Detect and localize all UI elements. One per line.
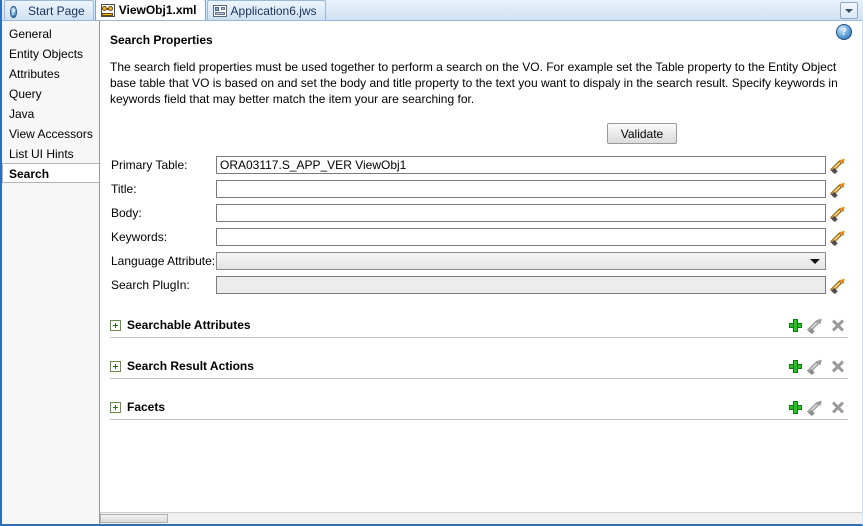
section-action-group bbox=[788, 316, 852, 334]
page-title: Search Properties bbox=[110, 33, 213, 47]
editor-body: General Entity Objects Attributes Query … bbox=[2, 21, 862, 524]
sidebar-item-attributes[interactable]: Attributes bbox=[2, 63, 99, 83]
tab-label: Application6.jws bbox=[230, 3, 317, 18]
search-plugin-edit-slot bbox=[826, 276, 852, 294]
body-label: Body: bbox=[111, 206, 142, 220]
section-title: Facets bbox=[127, 400, 166, 414]
section-search-result-actions: Search Result Actions bbox=[110, 356, 852, 379]
keywords-edit-slot bbox=[826, 228, 852, 246]
section-divider bbox=[110, 378, 848, 379]
add-icon[interactable] bbox=[788, 318, 803, 333]
tab-list-dropdown-button[interactable] bbox=[840, 2, 858, 19]
edit-icon[interactable] bbox=[806, 357, 824, 375]
scrollbar-thumb[interactable] bbox=[100, 514, 168, 523]
jdeveloper-editor-window: ? Start Page ViewObj1.xml Application6.j… bbox=[0, 0, 863, 526]
edit-pencil-icon[interactable] bbox=[829, 156, 847, 174]
sidebar-item-label: Query bbox=[9, 87, 42, 101]
search-plugin-label: Search PlugIn: bbox=[111, 278, 190, 292]
title-edit-slot bbox=[826, 180, 852, 198]
tab-viewobj1-xml[interactable]: ViewObj1.xml bbox=[94, 0, 206, 20]
sidebar-item-entity-objects[interactable]: Entity Objects bbox=[2, 43, 99, 63]
sidebar-item-query[interactable]: Query bbox=[2, 83, 99, 103]
delete-icon[interactable] bbox=[830, 359, 845, 374]
body-input[interactable] bbox=[216, 204, 826, 222]
title-label: Title: bbox=[111, 182, 137, 196]
expand-collapse-icon[interactable] bbox=[110, 401, 121, 413]
edit-pencil-icon[interactable] bbox=[829, 180, 847, 198]
expand-collapse-icon[interactable] bbox=[110, 360, 121, 372]
form-row-search-plugin: Search PlugIn: bbox=[110, 273, 852, 297]
sidebar-item-label: List UI Hints bbox=[9, 147, 74, 161]
sidebar-item-label: View Accessors bbox=[9, 127, 93, 141]
tab-bar-spacer bbox=[327, 19, 840, 20]
form-row-language-attribute: Language Attribute: bbox=[110, 249, 852, 273]
primary-table-edit-slot bbox=[826, 156, 852, 174]
tab-application6-jws[interactable]: Application6.jws bbox=[206, 0, 326, 20]
sidebar-item-view-accessors[interactable]: View Accessors bbox=[2, 123, 99, 143]
editor-navigation-sidebar: General Entity Objects Attributes Query … bbox=[2, 21, 100, 524]
form-row-title: Title: bbox=[110, 177, 852, 201]
sidebar-item-label: General bbox=[9, 27, 52, 41]
section-divider bbox=[110, 337, 848, 338]
section-divider bbox=[110, 419, 848, 420]
form-row-primary-table: Primary Table: bbox=[110, 153, 852, 177]
edit-pencil-icon[interactable] bbox=[829, 228, 847, 246]
expand-collapse-icon[interactable] bbox=[110, 319, 121, 331]
form-row-keywords: Keywords: bbox=[110, 225, 852, 249]
language-attribute-select[interactable] bbox=[216, 252, 826, 270]
search-plugin-input bbox=[216, 276, 826, 294]
add-icon[interactable] bbox=[788, 359, 803, 374]
search-properties-form: Primary Table: Title: bbox=[110, 153, 852, 297]
sidebar-item-label: Search bbox=[9, 167, 50, 181]
title-input[interactable] bbox=[216, 180, 826, 198]
edit-pencil-icon[interactable] bbox=[829, 276, 847, 294]
validate-button-row: Validate bbox=[110, 123, 852, 144]
view-object-icon bbox=[100, 3, 115, 17]
keywords-input[interactable] bbox=[216, 228, 826, 246]
section-facets: Facets bbox=[110, 397, 852, 420]
search-properties-pane: Search Properties ? The search field pro… bbox=[100, 21, 862, 524]
sidebar-item-label: Java bbox=[9, 107, 35, 121]
language-attribute-label: Language Attribute: bbox=[111, 254, 216, 268]
editor-tab-bar: ? Start Page ViewObj1.xml Application6.j… bbox=[2, 0, 862, 21]
help-circle-icon: ? bbox=[10, 5, 17, 18]
edit-pencil-icon[interactable] bbox=[829, 204, 847, 222]
tab-label: Start Page bbox=[28, 3, 85, 18]
validate-button[interactable]: Validate bbox=[607, 123, 677, 144]
section-title: Searchable Attributes bbox=[127, 318, 251, 332]
body-edit-slot bbox=[826, 204, 852, 222]
horizontal-scrollbar[interactable] bbox=[100, 512, 862, 524]
form-row-body: Body: bbox=[110, 201, 852, 225]
edit-icon[interactable] bbox=[806, 398, 824, 416]
section-action-group bbox=[788, 398, 852, 416]
sidebar-item-label: Entity Objects bbox=[9, 47, 84, 61]
application-icon bbox=[212, 4, 227, 17]
tab-start-page[interactable]: ? Start Page bbox=[4, 0, 94, 20]
delete-icon[interactable] bbox=[830, 400, 845, 415]
section-searchable-attributes: Searchable Attributes bbox=[110, 315, 852, 338]
primary-table-label: Primary Table: bbox=[111, 158, 188, 172]
section-title: Search Result Actions bbox=[127, 359, 254, 373]
sidebar-item-label: Attributes bbox=[9, 67, 60, 81]
add-icon[interactable] bbox=[788, 400, 803, 415]
sidebar-item-search[interactable]: Search bbox=[2, 163, 99, 183]
sidebar-item-list-ui-hints[interactable]: List UI Hints bbox=[2, 143, 99, 163]
sidebar-item-general[interactable]: General bbox=[2, 23, 99, 43]
delete-icon[interactable] bbox=[830, 318, 845, 333]
chevron-down-icon bbox=[845, 8, 853, 13]
tab-label: ViewObj1.xml bbox=[118, 3, 197, 17]
chevron-down-icon bbox=[810, 259, 820, 264]
edit-icon[interactable] bbox=[806, 316, 824, 334]
sidebar-item-java[interactable]: Java bbox=[2, 103, 99, 123]
help-circle-icon[interactable]: ? bbox=[836, 24, 852, 40]
panel-description: The search field properties must be used… bbox=[110, 60, 838, 106]
section-action-group bbox=[788, 357, 852, 375]
keywords-label: Keywords: bbox=[111, 230, 168, 244]
primary-table-input[interactable] bbox=[216, 156, 826, 174]
